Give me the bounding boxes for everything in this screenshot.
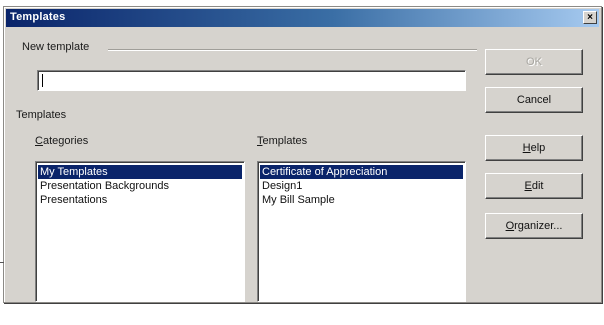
template-item[interactable]: My Bill Sample [260,193,463,207]
window-title: Templates [10,11,66,23]
title-bar[interactable]: Templates × [6,9,599,27]
templates-list-label: Templates [257,135,308,147]
close-icon: × [587,11,593,23]
text-caret [42,74,43,87]
new-template-group-line [108,49,477,51]
new-template-name-input[interactable] [37,70,466,91]
templates-dialog: Templates × New template Templates Categ… [3,6,602,303]
help-button[interactable]: Help [485,135,583,161]
template-item[interactable]: Design1 [260,179,463,193]
categories-list[interactable]: My Templates Presentation Backgrounds Pr… [35,161,245,302]
close-button[interactable]: × [583,11,597,24]
categories-label: Categories [35,135,89,147]
organizer-button[interactable]: Organizer... [485,213,583,239]
templates-list[interactable]: Certificate of Appreciation Design1 My B… [257,161,466,302]
templates-group-label: Templates [16,109,67,121]
edge-mark [0,262,4,263]
cancel-button[interactable]: Cancel [485,87,583,113]
template-item[interactable]: Certificate of Appreciation [260,165,463,179]
category-item[interactable]: My Templates [38,165,242,179]
category-item[interactable]: Presentation Backgrounds [38,179,242,193]
edit-button[interactable]: Edit [485,173,583,199]
new-template-group-label: New template [22,41,90,53]
category-item[interactable]: Presentations [38,193,242,207]
ok-button[interactable]: OK [485,49,583,75]
